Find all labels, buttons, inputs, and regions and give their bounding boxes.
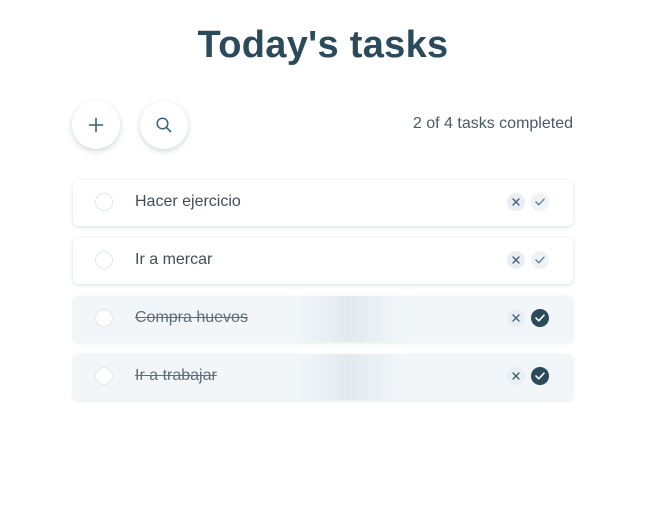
complete-task-button[interactable] (531, 193, 549, 211)
close-icon (512, 198, 520, 206)
search-button[interactable] (140, 101, 188, 149)
check-icon (535, 314, 545, 322)
delete-task-button[interactable] (507, 251, 525, 269)
complete-task-button[interactable] (531, 251, 549, 269)
task-label: Hacer ejercicio (135, 193, 241, 210)
check-icon (535, 256, 545, 264)
task-label: Ir a mercar (135, 251, 213, 268)
task-radio[interactable] (95, 309, 113, 327)
task-radio[interactable] (95, 367, 113, 385)
todo-page: Today's tasks 2 of 4 tasks completed Hac… (0, 0, 646, 508)
close-icon (512, 314, 520, 322)
complete-task-button[interactable] (531, 309, 549, 327)
page-title: Today's tasks (197, 24, 449, 66)
complete-task-button[interactable] (531, 367, 549, 385)
task-radio[interactable] (95, 193, 113, 211)
delete-task-button[interactable] (507, 193, 525, 211)
task-item-completed: Compra huevos (73, 296, 573, 342)
task-item: Hacer ejercicio (73, 180, 573, 226)
task-label: Compra huevos (135, 309, 248, 326)
close-icon (512, 256, 520, 264)
close-icon (512, 372, 520, 380)
task-item: Ir a mercar (73, 238, 573, 284)
tasks-completed-counter: 2 of 4 tasks completed (412, 115, 573, 132)
task-list: Hacer ejercicio Ir a mercar Compra huevo… (73, 180, 573, 412)
task-label: Ir a trabajar (135, 367, 217, 384)
plus-icon (88, 117, 104, 133)
delete-task-button[interactable] (507, 367, 525, 385)
task-radio[interactable] (95, 251, 113, 269)
check-icon (535, 198, 545, 206)
delete-task-button[interactable] (507, 309, 525, 327)
task-item-completed: Ir a trabajar (73, 354, 573, 400)
add-task-button[interactable] (72, 101, 120, 149)
search-icon (155, 116, 173, 134)
check-icon (535, 372, 545, 380)
